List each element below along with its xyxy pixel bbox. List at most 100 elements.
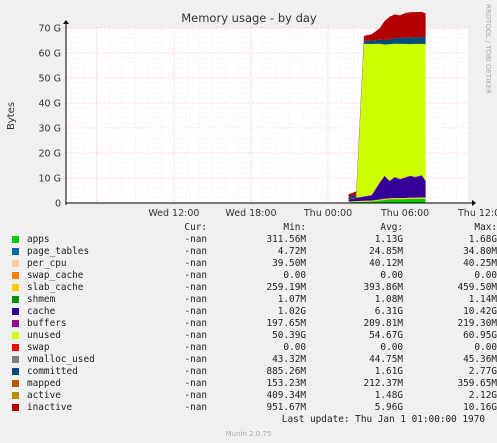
legend-name: per_cpu (27, 258, 67, 269)
legend-max: 219.30M (457, 318, 497, 329)
legend-avg: 6.31G (374, 306, 403, 317)
y-tick-label: 0 (55, 199, 61, 210)
x-axis-arrow (472, 200, 476, 206)
legend-min: 50.39G (272, 330, 306, 341)
legend-swatch (12, 260, 19, 267)
legend-cur: -nan (184, 258, 207, 269)
legend-name: inactive (27, 402, 73, 413)
y-tick-label: 70 G (39, 24, 61, 35)
legend-min: 197.65M (266, 318, 306, 329)
legend-avg: 24.85M (369, 246, 403, 257)
y-tick-label: 40 G (39, 99, 61, 110)
legend-avg: 1.61G (374, 366, 403, 377)
legend-swatch (12, 284, 19, 291)
legend-swatch (12, 380, 19, 387)
legend-avg: 1.13G (374, 234, 403, 245)
legend-min: 1.02G (277, 306, 306, 317)
legend-min: 153.23M (266, 378, 306, 389)
x-tick-label: Thu 00:00 (303, 208, 352, 219)
y-tick-label: 60 G (39, 49, 61, 60)
legend-name: swap (27, 342, 50, 353)
legend-name: slab_cache (27, 282, 84, 293)
legend-avg: 0.00 (380, 270, 403, 281)
y-tick-label: 10 G (39, 174, 61, 185)
legend-avg: 44.75M (369, 354, 403, 365)
legend-cur: -nan (184, 234, 207, 245)
legend-min: 0.00 (283, 270, 306, 281)
legend-cur: -nan (184, 366, 207, 377)
legend-swatch (12, 272, 19, 279)
legend-cur: -nan (184, 246, 207, 257)
legend-header-avg: Avg: (380, 222, 403, 233)
munin-version: Munin 2.0.75 (225, 430, 272, 438)
legend-max: 1.14M (468, 294, 497, 305)
legend-name: vmalloc_used (27, 354, 95, 365)
y-tick-label: 20 G (39, 149, 61, 160)
legend-row: per_cpu -nan 39.50M 40.12M 40.25M (12, 258, 497, 270)
legend-cur: -nan (184, 270, 207, 281)
legend-avg: 209.81M (363, 318, 403, 329)
legend-header-min: Min: (283, 222, 306, 233)
legend-row: shmem -nan 1.07M 1.08M 1.14M (12, 294, 497, 306)
legend-min: 1.07M (277, 294, 306, 305)
legend-swatch (12, 332, 19, 339)
legend-min: 4.72M (277, 246, 306, 257)
legend-avg: 212.37M (363, 378, 403, 389)
legend-max: 459.50M (457, 282, 497, 293)
legend-avg: 1.08M (374, 294, 403, 305)
legend-max: 2.12G (468, 390, 497, 401)
legend-name: shmem (27, 294, 56, 305)
legend-name: committed (27, 366, 78, 377)
legend-header-cur: Cur: (184, 222, 207, 233)
legend-cur: -nan (184, 330, 207, 341)
legend-swatch (12, 308, 19, 315)
legend-max: 10.42G (463, 306, 497, 317)
legend-avg: 0.00 (380, 342, 403, 353)
legend-max: 0.00 (474, 342, 497, 353)
chart-title: Memory usage - by day (181, 11, 317, 25)
legend-row: swap_cache -nan 0.00 0.00 0.00 (12, 270, 497, 282)
x-tick-label: Wed 18:00 (225, 208, 276, 219)
legend-swatch (12, 296, 19, 303)
legend-cur: -nan (184, 294, 207, 305)
legend-swatch (12, 344, 19, 351)
legend-swatch (12, 404, 19, 411)
legend-min: 951.67M (266, 402, 306, 413)
legend-min: 311.56M (266, 234, 306, 245)
legend-cur: -nan (184, 390, 207, 401)
x-tick-label: Thu 12:00 (457, 208, 497, 219)
legend-name: buffers (27, 318, 67, 329)
legend-row: cache -nan 1.02G 6.31G 10.42G (12, 306, 497, 318)
legend-cur: -nan (184, 402, 207, 413)
legend-name: mapped (27, 378, 61, 389)
legend-swatch (12, 356, 19, 363)
rrdtool-credit: RRDTOOL / TOBI OETIKER (484, 4, 492, 95)
legend-row: slab_cache -nan 259.19M 393.86M 459.50M (12, 282, 497, 294)
legend-row: swap -nan 0.00 0.00 0.00 (12, 342, 497, 354)
y-tick-label: 30 G (39, 124, 61, 135)
legend-swatch (12, 368, 19, 375)
legend-row: unused -nan 50.39G 54.67G 60.95G (12, 330, 497, 342)
legend-name: active (27, 390, 61, 401)
legend-min: 39.50M (272, 258, 306, 269)
x-tick-label: Wed 12:00 (148, 208, 199, 219)
legend-cur: -nan (184, 342, 207, 353)
legend-max: 0.00 (474, 270, 497, 281)
legend-row: vmalloc_used -nan 43.32M 44.75M 45.36M (12, 354, 497, 366)
legend-name: apps (27, 234, 50, 245)
legend-max: 40.25M (463, 258, 497, 269)
legend-row: apps -nan 311.56M 1.13G 1.68G (12, 234, 497, 246)
legend-max: 359.65M (457, 378, 497, 389)
legend-swatch (12, 392, 19, 399)
legend-swatch (12, 320, 19, 327)
legend-min: 0.00 (283, 342, 306, 353)
legend-name: page_tables (27, 246, 90, 257)
legend-cur: -nan (184, 378, 207, 389)
legend-avg: 5.96G (374, 402, 403, 413)
legend-cur: -nan (184, 282, 207, 293)
legend-row: buffers -nan 197.65M 209.81M 219.30M (12, 318, 497, 330)
legend-name: unused (27, 330, 61, 341)
legend-row: committed -nan 885.26M 1.61G 2.77G (12, 366, 497, 378)
legend-avg: 54.67G (369, 330, 403, 341)
legend-name: swap_cache (27, 270, 84, 281)
